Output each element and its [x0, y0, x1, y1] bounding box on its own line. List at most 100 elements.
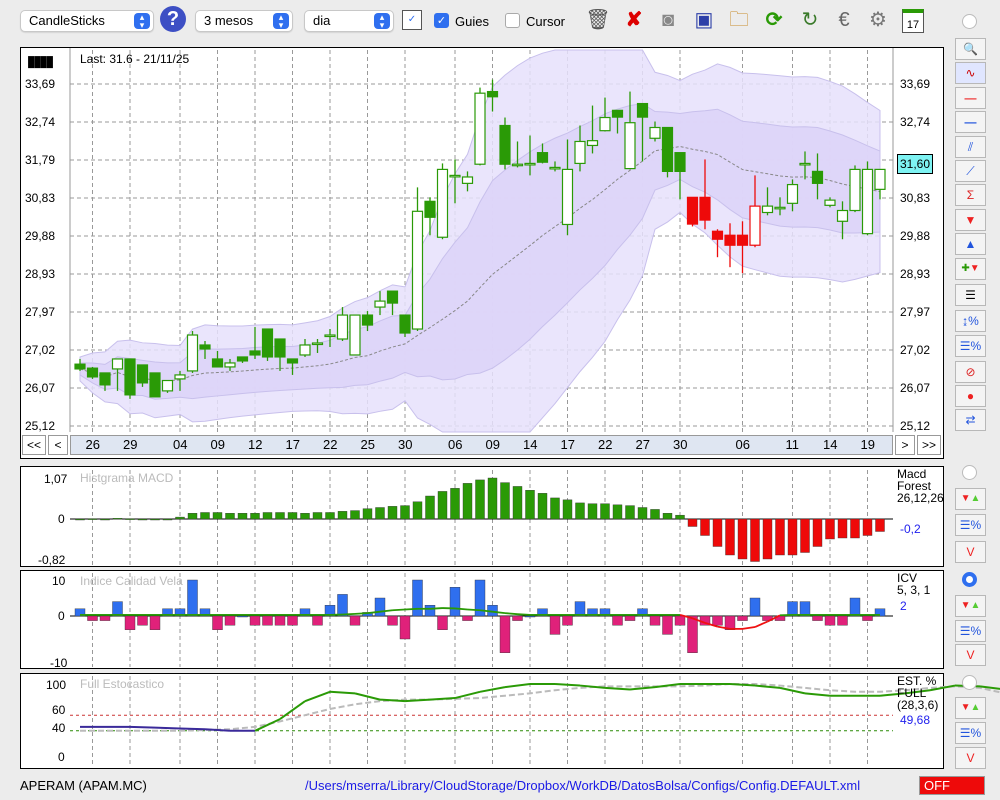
- lines-button[interactable]: ☰: [955, 284, 986, 306]
- stoch-panel-radio[interactable]: [962, 675, 977, 690]
- icv-bar: [574, 601, 586, 617]
- down-up-arrows-icon: ▼▲: [960, 493, 981, 504]
- stoch-ytick: 100: [46, 678, 67, 692]
- icv-panel-radio[interactable]: [962, 572, 977, 587]
- icv-signal-line: [742, 626, 756, 630]
- nav-prev-button[interactable]: <: [48, 435, 68, 455]
- oscillator-curve-icon: V: [966, 545, 975, 559]
- stoch-k-line: [404, 698, 431, 703]
- stoch-k-line: [979, 685, 1000, 690]
- red-line-button[interactable]: —: [955, 87, 986, 109]
- macd-bar: [662, 513, 673, 520]
- candle-body: [874, 168, 886, 190]
- date-tick: 29: [123, 437, 138, 452]
- macd-bar: [287, 512, 298, 520]
- swap-arrows-icon: ⇄: [965, 413, 976, 427]
- stoch-signals-button[interactable]: ▼▲: [955, 697, 986, 719]
- icv-bar: [399, 615, 411, 640]
- macd-bar: [100, 518, 110, 521]
- macd-levels-button[interactable]: ☰%: [955, 514, 986, 536]
- arrow-down-button[interactable]: ▼: [955, 209, 986, 231]
- blue-line-button[interactable]: —: [955, 111, 986, 133]
- stoch-ytick: 60: [52, 703, 66, 717]
- channel-button[interactable]: ⫽: [955, 136, 986, 158]
- date-tick: 22: [323, 437, 338, 452]
- icv-bar: [274, 615, 286, 626]
- candle-body: [361, 314, 374, 326]
- macd-bar: [750, 518, 760, 562]
- macd-bar: [362, 508, 373, 520]
- trendline-button[interactable]: ⟋: [955, 160, 986, 182]
- candle-body: [336, 314, 349, 340]
- macd-bar: [625, 505, 635, 520]
- percent-lines-button[interactable]: ☰%: [955, 335, 986, 357]
- icv-levels-button[interactable]: ☰%: [955, 620, 986, 642]
- price-axis-tick: 33,69: [900, 77, 931, 91]
- date-tick: 30: [673, 437, 688, 452]
- candle-body: [661, 126, 674, 172]
- date-axis[interactable]: [70, 435, 893, 455]
- candle-body: [511, 163, 524, 167]
- signals-button[interactable]: ✚▼: [955, 258, 986, 280]
- stoch-k-line: [729, 683, 756, 687]
- zoom-button[interactable]: 🔍: [955, 38, 986, 60]
- macd-bar: [675, 514, 685, 520]
- icv-bar: [649, 615, 661, 626]
- candle-body: [449, 174, 461, 178]
- date-tick: 17: [560, 437, 575, 452]
- macd-bar: [587, 503, 598, 520]
- macd-bar: [75, 518, 85, 521]
- range-percent-icon: ↨%: [962, 314, 979, 328]
- stoch-curve-button[interactable]: V: [955, 747, 986, 769]
- icv-signal-line: [354, 612, 368, 615]
- date-tick: 27: [635, 437, 650, 452]
- off-toggle[interactable]: OFF: [919, 776, 985, 795]
- candle-body: [386, 290, 399, 304]
- dashed-lines-icon: ☰: [965, 288, 976, 302]
- candle-body: [149, 372, 161, 398]
- config-path-link[interactable]: /Users/mserra/Library/CloudStorage/Dropb…: [305, 778, 860, 793]
- bar-chart-icon[interactable]: ▮▮▮▮: [27, 52, 54, 70]
- candle-body: [561, 168, 574, 226]
- record-button[interactable]: ●: [955, 385, 986, 407]
- nav-next-button[interactable]: >: [895, 435, 915, 455]
- stoch-ytick: 0: [58, 750, 65, 764]
- no-entry-icon: ⊘: [965, 365, 976, 379]
- sigma-button[interactable]: Σ: [955, 184, 986, 206]
- nav-first-button[interactable]: <<: [22, 435, 46, 455]
- icv-signal-line: [517, 613, 531, 616]
- icv-curve-button[interactable]: V: [955, 644, 986, 666]
- macd-curve-button[interactable]: V: [955, 541, 986, 563]
- macd-value: -0,2: [900, 522, 921, 536]
- icv-bar: [862, 615, 873, 621]
- chart-overlay-button[interactable]: ∿: [955, 62, 986, 84]
- price-axis-tick: 32,74: [900, 115, 931, 129]
- arrow-up-button[interactable]: ▲: [955, 233, 986, 255]
- date-tick: 12: [248, 437, 263, 452]
- price-axis-tick: 33,69: [25, 77, 56, 91]
- macd-bar: [300, 513, 310, 520]
- stoch-ytick: 40: [52, 721, 66, 735]
- stoch-k-line: [329, 690, 356, 695]
- swap-button[interactable]: ⇄: [955, 409, 986, 431]
- nav-last-button[interactable]: >>: [917, 435, 941, 455]
- channel-icon: ⫽: [967, 140, 974, 154]
- candle-body: [586, 140, 599, 147]
- macd-bar: [212, 512, 223, 520]
- icv-bar: [349, 615, 361, 626]
- percent-range-button[interactable]: ↨%: [955, 310, 986, 332]
- lines-percent-icon: ☰%: [959, 726, 982, 740]
- macd-bar: [312, 512, 323, 520]
- stoch-k-line: [629, 686, 656, 691]
- date-tick: 06: [448, 437, 463, 452]
- main-panel-radio[interactable]: [962, 14, 977, 29]
- macd-bar: [837, 518, 848, 539]
- icv-bar: [237, 615, 248, 618]
- macd-panel-radio[interactable]: [962, 465, 977, 480]
- ticker-label: APERAM (APAM.MC): [20, 778, 147, 793]
- stop-button[interactable]: ⊘: [955, 361, 986, 383]
- candle-body: [724, 234, 736, 246]
- icv-signals-button[interactable]: ▼▲: [955, 595, 986, 617]
- stoch-levels-button[interactable]: ☰%: [955, 722, 986, 744]
- macd-signals-button[interactable]: ▼▲: [955, 488, 986, 510]
